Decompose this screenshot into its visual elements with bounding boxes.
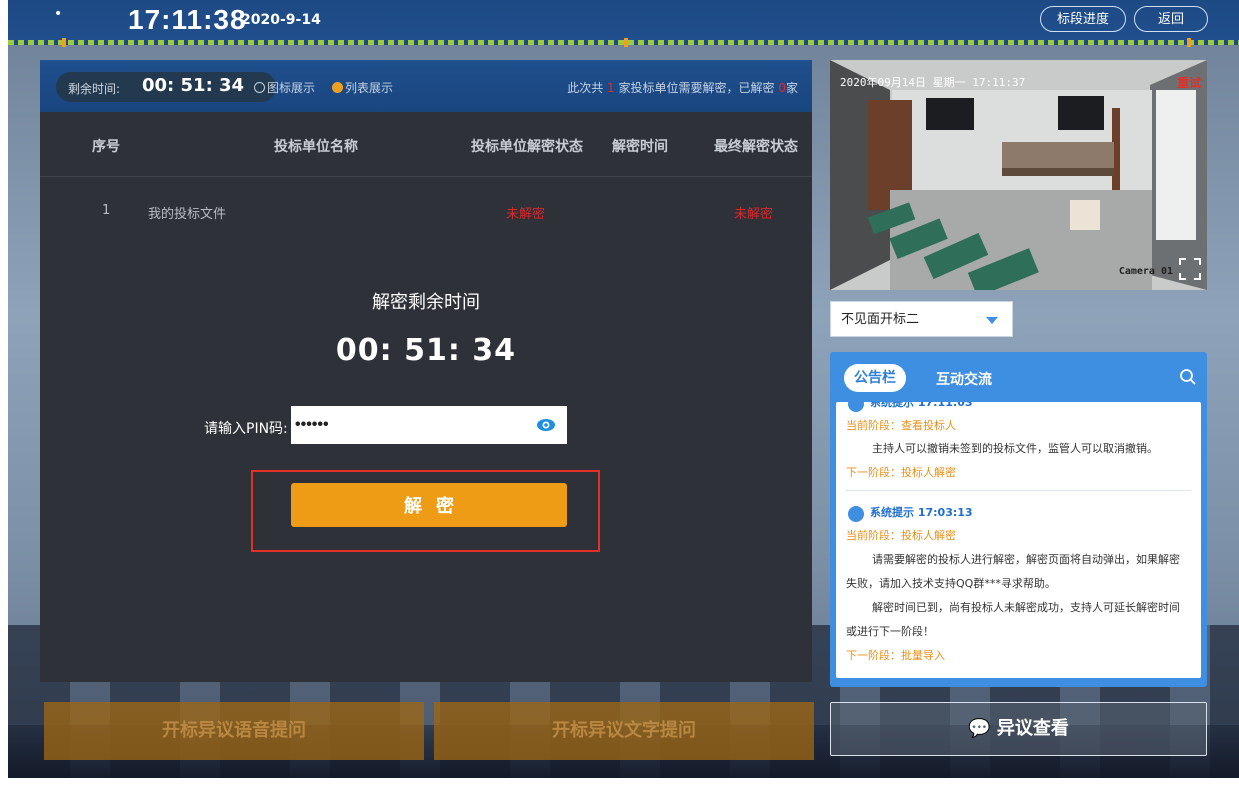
pin-label: 请输入PIN码:: [204, 421, 288, 437]
camera-image: [830, 60, 1207, 290]
room-select[interactable]: 不见面开标二: [830, 301, 1013, 337]
top-bar: • 17:11:38 2020-9-14 标段进度 返回: [8, 0, 1239, 40]
divider-marker: [1187, 38, 1191, 47]
user-icon: [848, 402, 864, 412]
decrypt-summary: 此次共 1 家投标单位需要解密，已解密 0家: [567, 81, 798, 95]
screen-edge: [0, 0, 8, 785]
msg-text: 或进行下一阶段！: [846, 625, 934, 638]
msg-title: 系统提示 17:11:03: [870, 402, 973, 409]
radio-checked-icon: [332, 82, 343, 93]
logo-mark: •: [54, 6, 63, 22]
view-list-radio[interactable]: 列表展示: [332, 79, 393, 96]
decrypt-button[interactable]: 解密: [291, 483, 567, 527]
panel-header: 剩余时间: 00: 51: 34 图标展示 列表展示 此次共 1 家投标单位需要…: [40, 60, 812, 112]
dialog-title: 解密剩余时间: [372, 292, 480, 313]
col-index: 序号: [92, 139, 120, 155]
camera-retry[interactable]: 重试: [1177, 74, 1201, 91]
tab-interaction[interactable]: 互动交流: [936, 369, 992, 389]
divider-marker: [62, 38, 66, 47]
cell-final: 未解密: [734, 207, 774, 222]
msg-divider: [846, 490, 1191, 491]
notice-list: 系统提示 17:11:03 当前阶段：查看投标人 主持人可以撤销未签到的投标文件…: [836, 402, 1201, 678]
msg-text: 主持人可以撤销未签到的投标文件，监管人可以取消撤销。: [872, 442, 1158, 455]
camera-label: Camera 01: [1118, 266, 1173, 277]
view-icon-radio[interactable]: 图标展示: [254, 79, 315, 96]
decrypt-panel: 剩余时间: 00: 51: 34 图标展示 列表展示 此次共 1 家投标单位需要…: [40, 60, 812, 682]
progress-button[interactable]: 标段进度: [1040, 6, 1126, 32]
eye-icon[interactable]: [536, 415, 556, 435]
dissent-view-label: 异议查看: [996, 718, 1069, 739]
screen-edge: [0, 778, 1239, 785]
clock-date: 2020-9-14: [241, 12, 321, 28]
msg-text: 请需要解密的投标人进行解密，解密页面将自动弹出，如果解密: [872, 553, 1180, 566]
fullscreen-icon[interactable]: [1179, 258, 1201, 280]
remaining-time-pill: 剩余时间: 00: 51: 34: [56, 72, 276, 102]
cell-name: 我的投标文件: [148, 207, 227, 222]
msg-stage: 当前阶段：投标人解密: [846, 529, 956, 542]
radio-circle-icon: [254, 82, 265, 93]
remaining-time-value: 00: 51: 34: [142, 75, 245, 96]
text-question-button[interactable]: 开标异议文字提问: [434, 702, 814, 760]
back-button[interactable]: 返回: [1134, 6, 1208, 32]
dialog-timer: 00: 51: 34: [335, 333, 517, 368]
voice-question-button[interactable]: 开标异议语音提问: [44, 702, 424, 760]
user-icon: [848, 506, 864, 522]
col-status: 投标单位解密状态: [471, 139, 583, 155]
caret-down-icon: [986, 317, 998, 324]
pin-input[interactable]: [291, 406, 567, 444]
msg-stage: 当前阶段：查看投标人: [846, 419, 956, 432]
col-name: 投标单位名称: [274, 139, 358, 155]
room-select-value: 不见面开标二: [841, 312, 920, 327]
camera-feed: 2020年09月14日 星期一 17:11:37 重试 Camera 01: [830, 60, 1207, 290]
table-header: 序号 投标单位名称 投标单位解密状态 解密时间 最终解密状态: [40, 112, 812, 176]
msg-title: 系统提示 17:03:13: [870, 506, 973, 519]
col-time: 解密时间: [612, 139, 668, 155]
cell-index: 1: [102, 203, 111, 218]
tab-notice[interactable]: 公告栏: [844, 364, 906, 392]
notice-panel: 公告栏 互动交流 系统提示 17:11:03 当前阶段：查看投标人 主持人可以撤…: [830, 352, 1207, 687]
msg-text: 失败，请加入技术支持QQ群***寻求帮助。: [846, 577, 1056, 590]
msg-next: 下一阶段：批量导入: [846, 649, 945, 662]
chat-icon: 💬: [968, 718, 991, 739]
msg-text: 解密时间已到，尚有投标人未解密成功，支持人可延长解密时间: [872, 601, 1180, 614]
clock-time: 17:11:38: [128, 4, 247, 35]
divider-marker: [624, 38, 628, 47]
table-row: 1 我的投标文件 未解密 未解密: [40, 176, 812, 240]
remaining-time-label: 剩余时间:: [68, 82, 121, 96]
dissent-view-button[interactable]: 💬 异议查看: [830, 702, 1207, 756]
cell-status: 未解密: [506, 207, 546, 222]
search-icon[interactable]: [1179, 368, 1197, 386]
camera-timestamp: 2020年09月14日 星期一 17:11:37: [840, 76, 1026, 89]
msg-next: 下一阶段：投标人解密: [846, 466, 956, 479]
col-final: 最终解密状态: [714, 139, 798, 155]
